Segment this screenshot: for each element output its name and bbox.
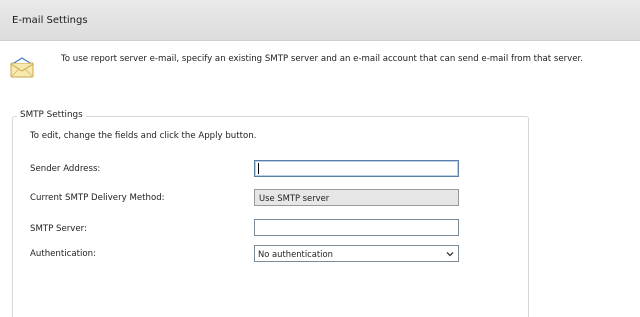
sender-address-input[interactable] bbox=[254, 160, 459, 177]
delivery-method-label: Current SMTP Delivery Method: bbox=[30, 193, 165, 203]
envelope-icon bbox=[10, 57, 34, 78]
smtp-help-text: To edit, change the fields and click the… bbox=[30, 131, 257, 141]
page-title: E-mail Settings bbox=[12, 15, 88, 26]
text-cursor bbox=[258, 163, 259, 174]
sender-address-label: Sender Address: bbox=[30, 164, 101, 174]
authentication-select[interactable]: No authentication bbox=[254, 245, 459, 262]
smtp-server-label: SMTP Server: bbox=[30, 224, 87, 234]
authentication-label: Authentication: bbox=[30, 249, 96, 259]
smtp-server-input[interactable] bbox=[254, 219, 459, 236]
chevron-down-icon bbox=[446, 252, 454, 257]
page-header: E-mail Settings bbox=[0, 0, 640, 41]
delivery-method-value: Use SMTP server bbox=[254, 189, 459, 206]
authentication-selected-value: No authentication bbox=[258, 249, 333, 259]
intro-text: To use report server e-mail, specify an … bbox=[61, 54, 584, 64]
smtp-settings-legend: SMTP Settings bbox=[17, 110, 86, 120]
smtp-settings-group bbox=[12, 116, 529, 317]
